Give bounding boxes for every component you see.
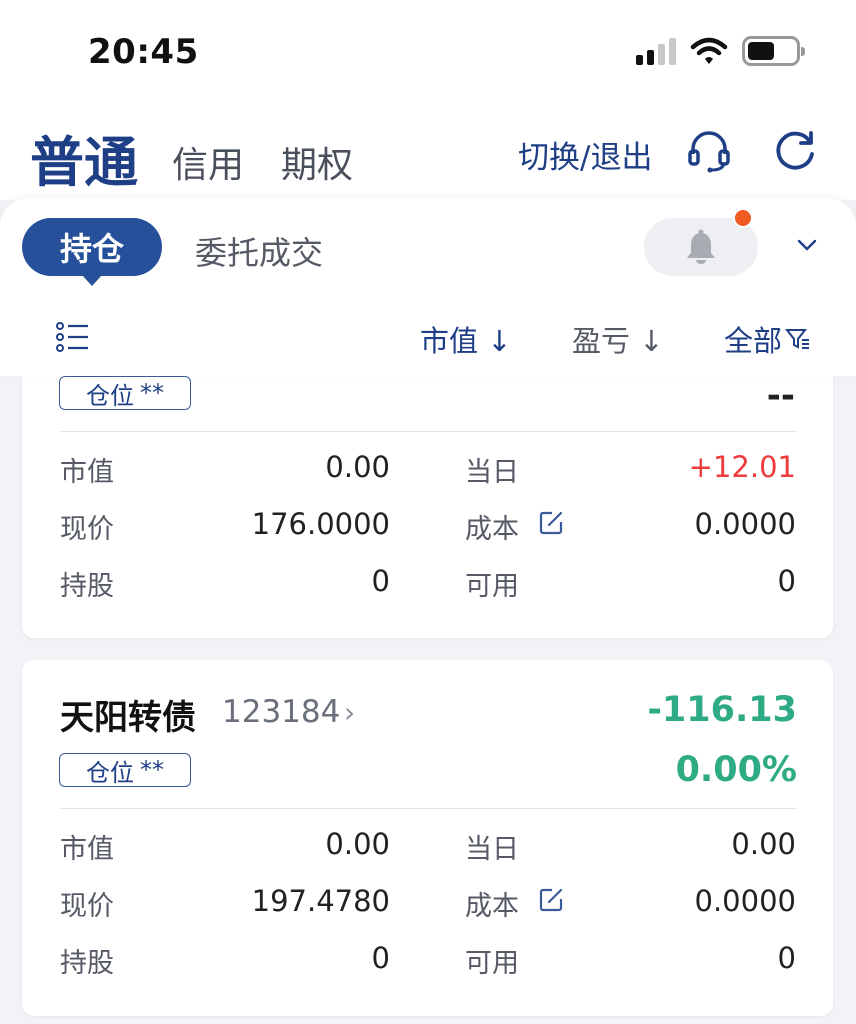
notification-badge [733, 208, 753, 228]
filter-icon [785, 329, 810, 349]
position-pnl: -- [766, 376, 795, 416]
security-name: 天阳转债 [60, 698, 196, 738]
available-label: 可用 [465, 571, 519, 602]
list-icon[interactable] [56, 322, 90, 352]
position-tag: 仓位 ** [59, 753, 191, 787]
status-icons [636, 36, 805, 66]
shares-value: 0 [371, 941, 390, 975]
positions-panel: 持仓 委托成交 市值 ↓ 盈亏 ↓ 全部 [0, 198, 856, 376]
today-label: 当日 [465, 457, 519, 488]
available-label: 可用 [465, 948, 519, 979]
shares-label: 持股 [60, 948, 114, 979]
account-header: 普通 信用 期权 切换/退出 [0, 100, 856, 200]
edit-icon[interactable] [538, 510, 564, 536]
market-value: 0.00 [325, 827, 390, 861]
wifi-icon [690, 37, 728, 64]
position-card[interactable]: 仓位 ** -- 市值 0.00 当日 +12.01 现价 176.0000 成本… [22, 340, 833, 638]
available-value: 0 [777, 941, 796, 975]
switch-logout-button[interactable]: 切换/退出 [518, 132, 652, 177]
cost-label: 成本 [465, 891, 519, 922]
cost-value: 0.0000 [694, 884, 796, 918]
sort-pnl-button[interactable]: 盈亏 ↓ [572, 318, 664, 360]
security-code: 123184 [222, 694, 341, 730]
cost-label: 成本 [465, 514, 519, 545]
status-time: 20:45 [88, 32, 199, 72]
cost-value: 0.0000 [694, 507, 796, 541]
price-value: 176.0000 [251, 507, 390, 541]
position-pnl: -116.13 [647, 690, 797, 730]
sort-market-value-button[interactable]: 市值 ↓ [420, 318, 512, 360]
bell-icon [687, 229, 715, 264]
shares-value: 0 [371, 564, 390, 598]
today-value: +12.01 [688, 450, 796, 484]
tab-holdings[interactable]: 持仓 [22, 218, 162, 286]
available-value: 0 [777, 564, 796, 598]
today-label: 当日 [465, 834, 519, 865]
headset-icon[interactable] [686, 128, 732, 174]
battery-icon [742, 36, 805, 66]
tab-options[interactable]: 期权 [281, 136, 353, 188]
cellular-signal-icon [636, 37, 676, 65]
refresh-icon[interactable] [772, 128, 818, 174]
today-value: 0.00 [731, 827, 796, 861]
status-bar: 20:45 [0, 0, 856, 100]
market-value-label: 市值 [60, 834, 114, 865]
market-value-label: 市值 [60, 457, 114, 488]
tab-normal[interactable]: 普通 [30, 118, 138, 197]
divider [60, 808, 797, 809]
divider [60, 431, 797, 432]
market-value: 0.00 [325, 450, 390, 484]
position-card[interactable]: 天阳转债 123184 › -116.13 0.00% 仓位 ** 市值 0.00… [22, 660, 833, 1016]
chevron-down-icon[interactable] [796, 234, 818, 256]
chevron-right-icon[interactable]: › [344, 696, 355, 729]
position-tag: 仓位 ** [59, 376, 191, 410]
filter-label: 全部 [724, 324, 783, 358]
tab-credit[interactable]: 信用 [172, 136, 244, 188]
price-label: 现价 [60, 514, 114, 545]
position-pnl-percent: 0.00% [675, 750, 797, 790]
tab-orders-trades[interactable]: 委托成交 [195, 228, 323, 274]
edit-icon[interactable] [538, 887, 564, 913]
price-label: 现价 [60, 891, 114, 922]
price-value: 197.4780 [251, 884, 390, 918]
filter-button[interactable]: 全部 [724, 318, 811, 360]
shares-label: 持股 [60, 571, 114, 602]
